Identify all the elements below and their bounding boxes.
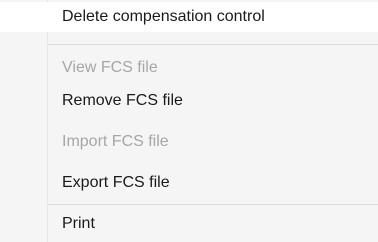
menu-item-label: Remove FCS file bbox=[62, 92, 183, 109]
menu-icon-gutter-divider bbox=[47, 0, 48, 242]
menu-item-label: View FCS file bbox=[62, 59, 158, 76]
menu-item-delete-compensation-control[interactable]: Delete compensation control bbox=[0, 2, 378, 32]
menu-item-print[interactable]: Print bbox=[0, 209, 378, 239]
menu-item-label: Import FCS file bbox=[62, 133, 169, 150]
menu-item-label: Export FCS file bbox=[62, 174, 170, 191]
menu-item-label: Delete compensation control bbox=[62, 8, 265, 25]
menu-item-import-fcs-file: Import FCS file bbox=[0, 127, 378, 157]
menu-item-view-fcs-file: View FCS file bbox=[0, 53, 378, 83]
menu-separator bbox=[47, 204, 378, 205]
menu-item-export-fcs-file[interactable]: Export FCS file bbox=[0, 168, 378, 198]
menu-separator bbox=[47, 44, 378, 45]
context-menu: Delete compensation control View FCS fil… bbox=[0, 0, 378, 242]
menu-item-label: Print bbox=[62, 215, 95, 232]
menu-item-remove-fcs-file[interactable]: Remove FCS file bbox=[0, 86, 378, 116]
